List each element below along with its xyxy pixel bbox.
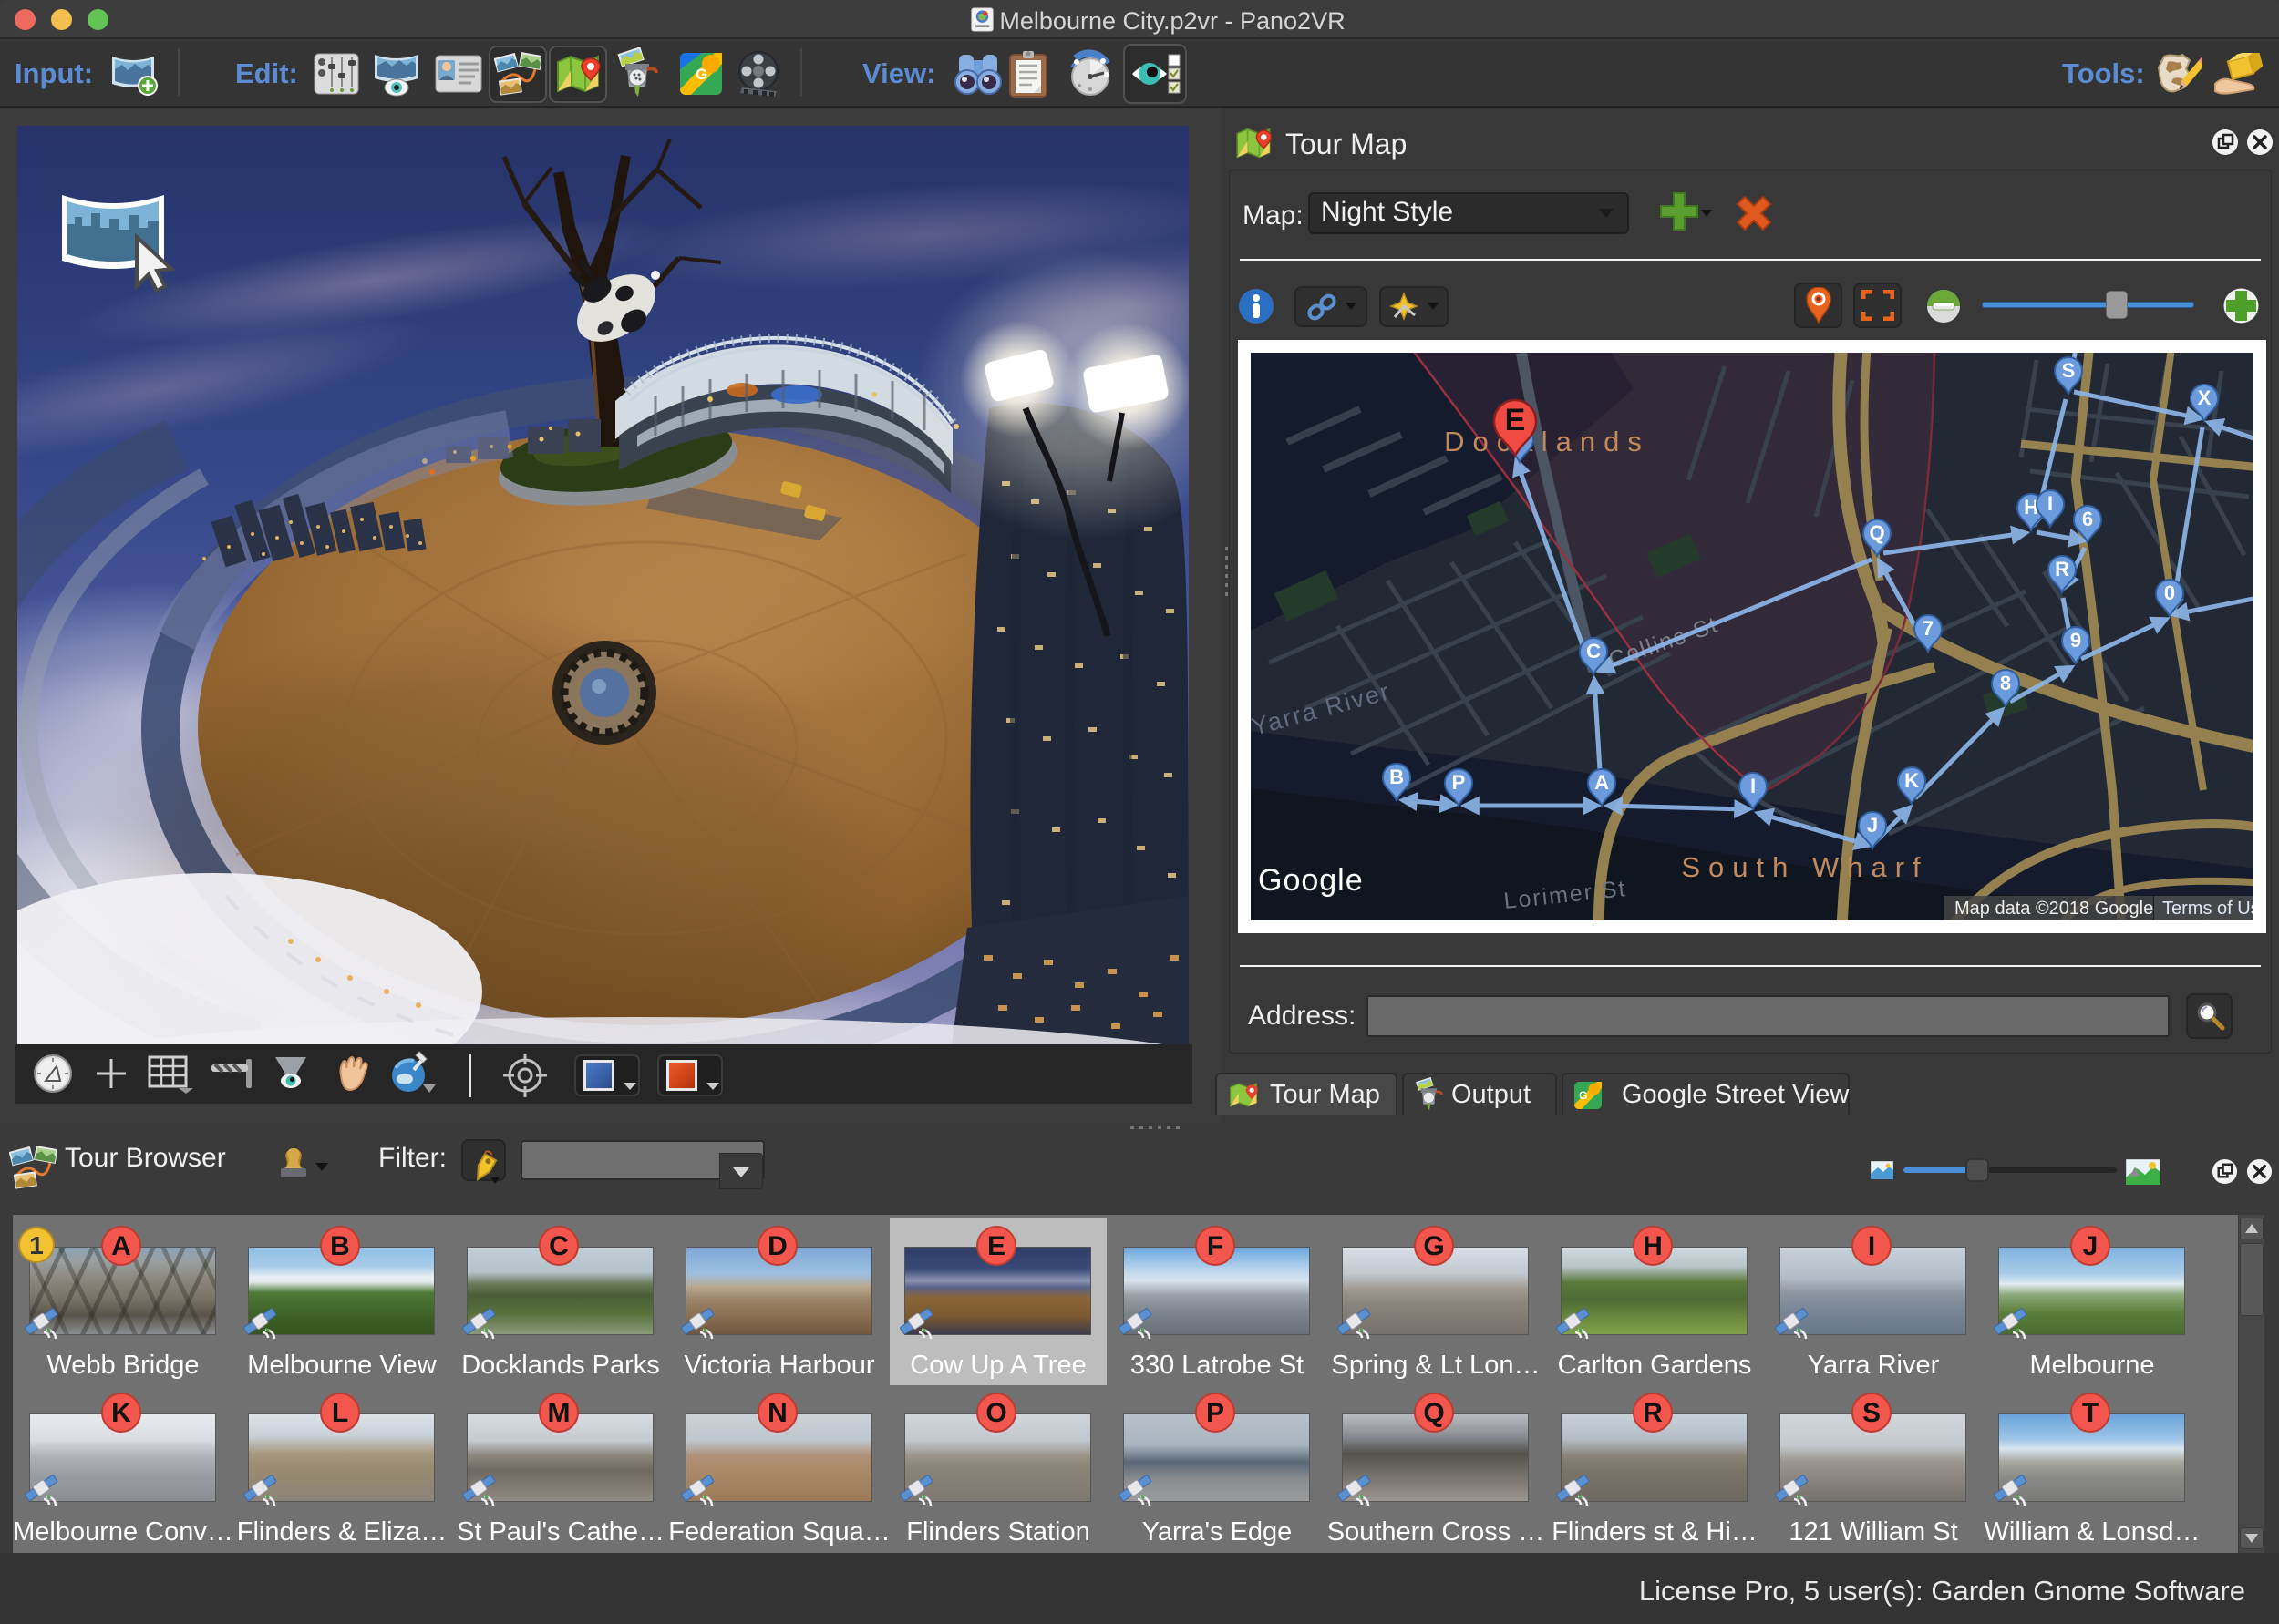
svg-text:J: J <box>1867 814 1878 837</box>
svg-text:I: I <box>2047 492 2053 515</box>
svg-text:P: P <box>1452 771 1466 794</box>
svg-text:G: G <box>696 66 707 83</box>
svg-text:K: K <box>1904 769 1919 792</box>
svg-text:C: C <box>1586 640 1601 663</box>
svg-text:8: 8 <box>2000 672 2011 694</box>
svg-text:Docklands: Docklands <box>1444 426 1650 457</box>
svg-text:I: I <box>1750 775 1756 797</box>
svg-text:Terms of Use: Terms of Use <box>2162 899 2253 919</box>
svg-text:R: R <box>2055 558 2069 581</box>
svg-text:9: 9 <box>2070 629 2081 652</box>
svg-text:X: X <box>2198 386 2212 409</box>
svg-text:South Wharf: South Wharf <box>1681 851 1928 883</box>
svg-text:Google: Google <box>1258 863 1364 898</box>
svg-text:A: A <box>1594 771 1609 794</box>
svg-text:Map data ©2018 Google: Map data ©2018 Google <box>1954 899 2153 919</box>
svg-text:E: E <box>1505 403 1526 437</box>
svg-text:G: G <box>1579 1089 1587 1102</box>
svg-text:6: 6 <box>2082 508 2093 530</box>
svg-text:7: 7 <box>1923 617 1934 640</box>
svg-text:Q: Q <box>1869 521 1884 544</box>
svg-text:B: B <box>1389 766 1404 788</box>
svg-text:S: S <box>2062 359 2076 382</box>
svg-text:0: 0 <box>2164 581 2175 604</box>
